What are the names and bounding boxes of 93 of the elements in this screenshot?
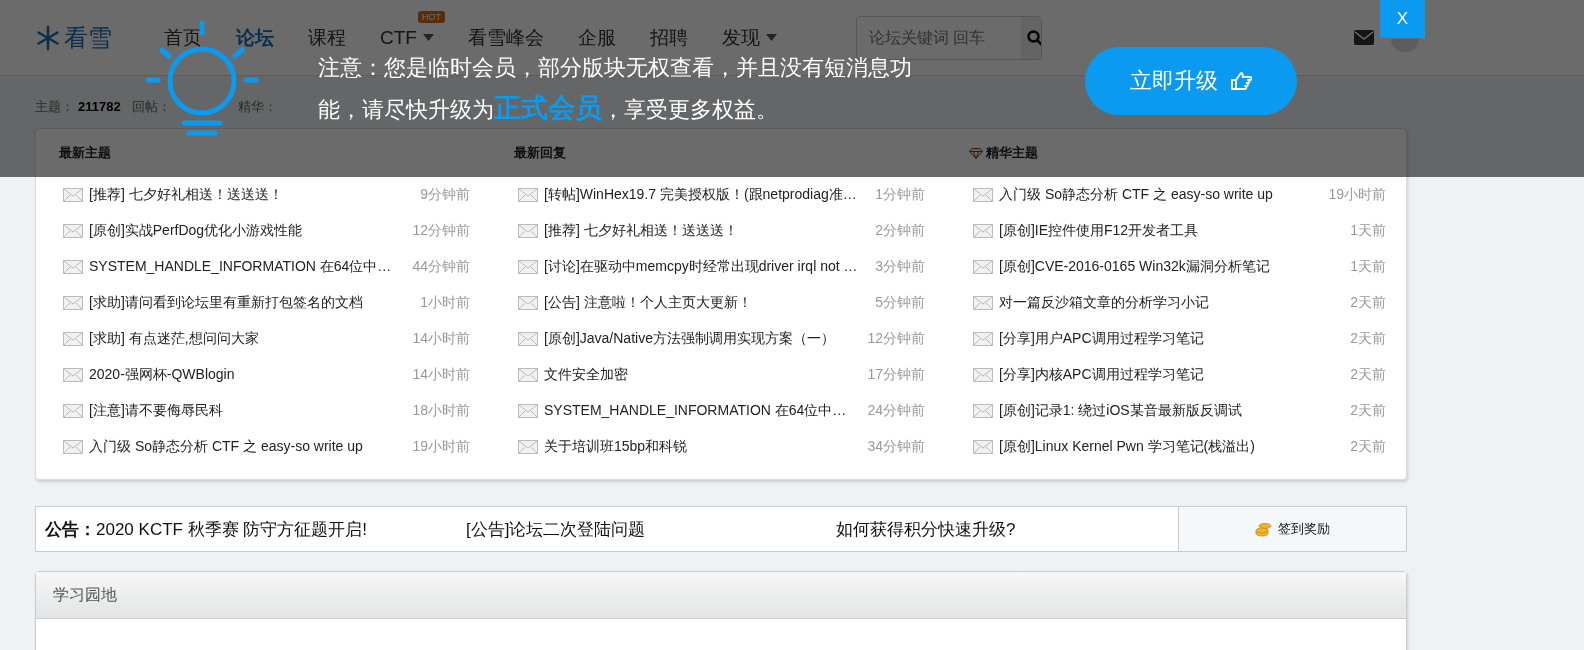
- column-heading: 最新主题: [59, 144, 111, 162]
- post-time: 44分钟前: [412, 258, 470, 276]
- search-button[interactable]: [1020, 16, 1041, 59]
- post-time: 12分钟前: [867, 330, 925, 348]
- post-time: 14小时前: [412, 366, 470, 384]
- post-time: 14小时前: [412, 330, 470, 348]
- envelope-icon: [63, 260, 83, 274]
- announcement-link[interactable]: 2020 KCTF 秋季赛 防守方征题开启!: [96, 507, 466, 551]
- post-time: 34分钟前: [867, 438, 925, 456]
- column-heading: 最新回复: [514, 144, 566, 162]
- topic-link[interactable]: 文件安全加密: [544, 366, 868, 384]
- post-time: 17分钟前: [867, 366, 925, 384]
- topic-link[interactable]: 对一篇反沙箱文章的分析学习小记: [999, 294, 1351, 312]
- post-time: 12分钟前: [412, 222, 470, 240]
- column-heading: 精华主题: [986, 144, 1038, 162]
- announcement-label: 公告：: [44, 518, 96, 541]
- envelope-icon: [973, 188, 993, 202]
- topic-link[interactable]: [原创]Java/Native方法强制调用实现方案（一）: [544, 330, 868, 348]
- announcement-link[interactable]: [公告]论坛二次登陆问题: [466, 507, 836, 551]
- envelope-icon: [518, 260, 538, 274]
- topic-link[interactable]: SYSTEM_HANDLE_INFORMATION 在64位中…: [89, 258, 413, 276]
- post-time: 2分钟前: [875, 222, 925, 240]
- snowflake-logo-icon: [35, 24, 61, 51]
- envelope-icon: [63, 224, 83, 238]
- post-time: 1天前: [1350, 258, 1386, 276]
- envelope-icon: [518, 404, 538, 418]
- topic-link[interactable]: [推荐] 七夕好礼相送！送送送！: [89, 186, 421, 204]
- topic-link[interactable]: 入门级 So静态分析 CTF 之 easy-so write up: [89, 438, 413, 456]
- topic-link[interactable]: [转帖]WinHex19.7 完美授权版！(跟netprodiag准…: [544, 186, 876, 204]
- post-time: 19小时前: [1328, 186, 1386, 204]
- post-time: 5分钟前: [875, 294, 925, 312]
- envelope-icon: [63, 368, 83, 382]
- topic-link[interactable]: [推荐] 七夕好礼相送！送送送！: [544, 222, 876, 240]
- mail-icon[interactable]: [1353, 30, 1374, 45]
- envelope-icon: [973, 260, 993, 274]
- envelope-icon: [518, 332, 538, 346]
- envelope-icon: [63, 188, 83, 202]
- envelope-icon: [973, 224, 993, 238]
- envelope-icon: [518, 296, 538, 310]
- topic-link[interactable]: [公告] 注意啦！个人主页大更新！: [544, 294, 876, 312]
- topic-link[interactable]: [原创]Linux Kernel Pwn 学习笔记(栈溢出): [999, 438, 1351, 456]
- topic-link[interactable]: [原创]实战PerfDog优化小游戏性能: [89, 222, 413, 240]
- post-time: 2天前: [1350, 294, 1386, 312]
- topic-link[interactable]: [讨论]在驱动中memcpy时经常出现driver irql not …: [544, 258, 876, 276]
- post-time: 1分钟前: [875, 186, 925, 204]
- envelope-icon: [518, 440, 538, 454]
- envelope-icon: [63, 332, 83, 346]
- coins-icon: [1255, 521, 1272, 537]
- topic-link[interactable]: [注意]请不要侮辱民科: [89, 402, 413, 420]
- post-time: 1天前: [1350, 222, 1386, 240]
- topic-link[interactable]: SYSTEM_HANDLE_INFORMATION 在64位中…: [544, 402, 868, 420]
- topic-link[interactable]: [分享]用户APC调用过程学习笔记: [999, 330, 1351, 348]
- post-time: 9分钟前: [420, 186, 470, 204]
- stat-label: 精华：: [238, 99, 277, 114]
- post-time: 1小时前: [420, 294, 470, 312]
- post-time: 2天前: [1350, 330, 1386, 348]
- topic-link[interactable]: 入门级 So静态分析 CTF 之 easy-so write up: [999, 186, 1329, 204]
- envelope-icon: [518, 368, 538, 382]
- topic-link[interactable]: 2020-强网杯-QWBlogin: [89, 366, 413, 384]
- envelope-icon: [973, 440, 993, 454]
- topic-link[interactable]: [原创]IE控件使用F12开发者工具: [999, 222, 1351, 240]
- diamond-icon: [969, 147, 983, 159]
- post-time: 2天前: [1350, 438, 1386, 456]
- stat-value: 211782: [78, 99, 121, 114]
- caret-icon: [765, 34, 777, 41]
- signin-reward-button[interactable]: 签到奖励: [1178, 507, 1406, 551]
- announcement-link[interactable]: 如何获得积分快速升级?: [836, 507, 1016, 551]
- topic-link[interactable]: [分享]内核APC调用过程学习笔记: [999, 366, 1351, 384]
- post-time: 2天前: [1350, 366, 1386, 384]
- envelope-icon: [518, 224, 538, 238]
- envelope-icon: [973, 368, 993, 382]
- section-header: 学习园地: [36, 572, 1406, 619]
- post-time: 2天前: [1350, 402, 1386, 420]
- post-time: 3分钟前: [875, 258, 925, 276]
- hot-badge: HOT: [418, 10, 445, 23]
- envelope-icon: [63, 404, 83, 418]
- topic-link[interactable]: [求助]请问看到论坛里有重新打包签名的文档: [89, 294, 421, 312]
- search-icon: [1026, 29, 1041, 46]
- post-time: 19小时前: [412, 438, 470, 456]
- post-time: 18小时前: [412, 402, 470, 420]
- envelope-icon: [973, 296, 993, 310]
- topic-link[interactable]: [求助] 有点迷茫,想问问大家: [89, 330, 413, 348]
- envelope-icon: [973, 332, 993, 346]
- post-time: 24分钟前: [867, 402, 925, 420]
- pointing-hand-icon: [1230, 71, 1252, 91]
- caret-icon: [422, 34, 434, 41]
- envelope-icon: [63, 440, 83, 454]
- envelope-icon: [518, 188, 538, 202]
- envelope-icon: [973, 404, 993, 418]
- envelope-icon: [63, 296, 83, 310]
- topic-link[interactable]: [原创]CVE-2016-0165 Win32k漏洞分析笔记: [999, 258, 1351, 276]
- topic-link[interactable]: 关于培训班15bp和科锐: [544, 438, 868, 456]
- topic-link[interactable]: [原创]记录1: 绕过iOS某音最新版反调试: [999, 402, 1351, 420]
